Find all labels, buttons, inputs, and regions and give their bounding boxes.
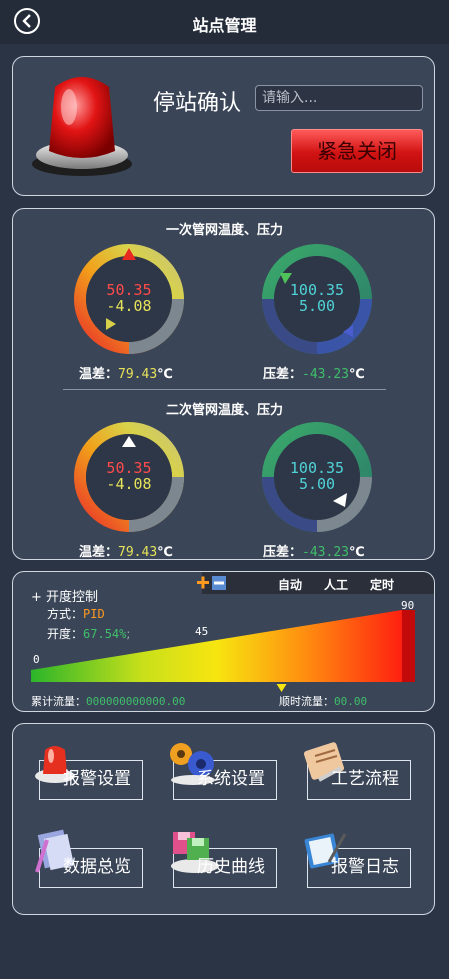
menu-alarm-log[interactable]: 报警日志 <box>301 828 411 888</box>
plus-minus-icon[interactable] <box>192 575 228 591</box>
secondary-temp-diff-value: 79.43 <box>118 545 158 560</box>
secondary-temp-diff-unit: ℃ <box>157 545 173 560</box>
menu-process-flow[interactable]: 工艺流程 <box>301 740 411 800</box>
gauge-divider <box>63 389 386 390</box>
tab-timed[interactable]: 定时 <box>370 576 394 593</box>
stop-confirm-label: 停站确认 <box>153 91 242 116</box>
secondary-network-title: 二次管网温度、压力 <box>165 403 283 418</box>
station-control-panel: 停站确认 紧急关闭 <box>12 56 435 196</box>
secondary-press-diff: 压差：-43.23℃ <box>263 541 365 560</box>
secondary-press-bottom-value: 5.00 <box>298 475 336 493</box>
opening-ramp <box>31 610 415 692</box>
tab-auto[interactable]: 自动 <box>278 576 302 593</box>
primary-temp-diff-label: 温差： <box>79 367 119 382</box>
menu-alarm-settings-label: 报警设置 <box>63 769 131 789</box>
primary-press-diff-value: -43.23 <box>302 367 349 382</box>
menu-history-curve-label: 历史曲线 <box>197 857 265 877</box>
stop-confirm-input[interactable] <box>255 85 423 111</box>
primary-temp-diff: 温差：79.43℃ <box>79 363 173 382</box>
primary-press-diff-unit: ℃ <box>348 367 365 382</box>
secondary-press-diff-label: 压差： <box>263 545 303 560</box>
secondary-press-top-value: 100.35 <box>289 459 345 477</box>
instant-flow-label: 顺时流量： <box>279 695 334 708</box>
opening-control-panel: 自动 人工 定时 + 开度控制 方式：PID 开度：67.54%; 90 45 … <box>12 571 435 712</box>
primary-network-title: 一次管网温度、压力 <box>165 223 283 238</box>
menu-history-curve[interactable]: 历史曲线 <box>167 828 277 888</box>
secondary-temp-top-value: 50.35 <box>106 459 152 477</box>
secondary-temp-diff-label: 温差： <box>79 545 119 560</box>
primary-temp-diff-value: 79.43 <box>118 367 158 382</box>
instant-flow: 顺时流量：00.00 <box>279 693 367 709</box>
menu-data-overview[interactable]: 数据总览 <box>33 828 143 888</box>
mode-tabs-bar: 自动 人工 定时 <box>197 572 434 594</box>
siren-icon <box>32 77 132 176</box>
tab-manual[interactable]: 人工 <box>324 576 348 593</box>
menu-alarm-settings[interactable]: 报警设置 <box>33 740 143 800</box>
primary-temperature-gauge: 50.35 -4.08 <box>71 241 187 357</box>
instant-flow-value: 00.00 <box>334 695 368 708</box>
secondary-temperature-gauge: 50.35 -4.08 <box>71 419 187 535</box>
function-menu-panel: 报警设置 系统设置 工艺流程 数据总览 历史曲线 报警日志 <box>12 723 435 915</box>
secondary-pressure-gauge: 100.35 5.00 <box>259 419 375 535</box>
primary-press-bottom-value: 5.00 <box>298 297 336 315</box>
primary-pressure-gauge: 100.35 5.00 <box>259 241 375 357</box>
primary-press-diff: 压差：-43.23℃ <box>263 363 365 382</box>
primary-press-top-value: 100.35 <box>289 281 345 299</box>
menu-alarm-log-label: 报警日志 <box>331 857 399 877</box>
primary-temp-top-value: 50.35 <box>106 281 152 299</box>
network-gauges-panel: 一次管网温度、压力 50.35 -4.08 温差：79.43℃ 100.35 5… <box>12 208 435 560</box>
secondary-temp-bottom-value: -4.08 <box>106 475 152 493</box>
menu-data-overview-label: 数据总览 <box>63 857 131 877</box>
total-flow: 累计流量：000000000000.00 <box>31 693 185 709</box>
emergency-close-button[interactable]: 紧急关闭 <box>291 129 423 173</box>
secondary-temp-diff: 温差：79.43℃ <box>79 541 173 560</box>
secondary-press-diff-unit: ℃ <box>348 545 365 560</box>
secondary-press-diff-value: -43.23 <box>302 545 349 560</box>
primary-temp-bottom-value: -4.08 <box>106 297 152 315</box>
total-flow-label: 累计流量： <box>31 695 86 708</box>
top-bar: 站点管理 <box>0 0 449 44</box>
total-flow-value: 000000000000.00 <box>86 695 186 708</box>
opening-control-title[interactable]: + 开度控制 <box>31 586 98 605</box>
page-title: 站点管理 <box>192 16 257 35</box>
menu-process-flow-label: 工艺流程 <box>331 769 399 789</box>
menu-system-settings-label: 系统设置 <box>197 769 265 789</box>
primary-press-diff-label: 压差： <box>263 367 303 382</box>
primary-temp-diff-unit: ℃ <box>157 367 173 382</box>
menu-system-settings[interactable]: 系统设置 <box>167 740 277 800</box>
